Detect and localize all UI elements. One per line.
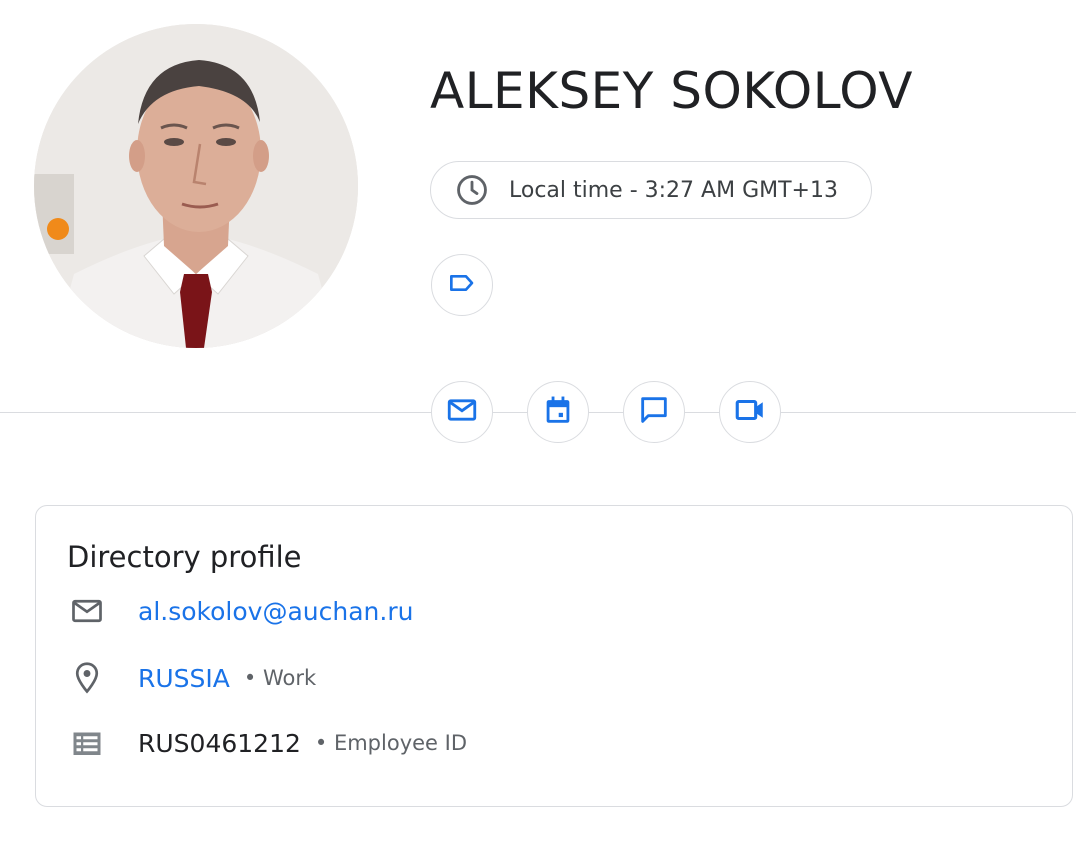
chat-icon [637,393,671,432]
calendar-icon [541,393,575,432]
profile-name: ALEKSEY SOKOLOV [430,62,913,120]
label-button[interactable] [431,254,493,316]
employee-id-label: • Employee ID [314,731,467,755]
email-link[interactable]: al.sokolov@auchan.ru [138,597,413,626]
location-type: • Work [243,666,317,690]
employee-id-row: RUS0461212 • Employee ID [66,722,467,764]
local-time-chip: Local time - 3:27 AM GMT+13 [430,161,872,219]
email-row: al.sokolov@auchan.ru [66,590,413,632]
avatar [34,24,358,348]
schedule-event-button[interactable] [527,381,589,443]
label-icon [446,267,478,304]
start-chat-button[interactable] [623,381,685,443]
location-pin-icon [66,657,108,699]
employee-id-value: RUS0461212 [138,728,301,758]
badge-list-icon [66,722,108,764]
location-link[interactable]: RUSSIA [138,664,230,693]
clock-icon [453,171,491,209]
mail-icon [445,393,479,432]
directory-profile-card: Directory profile al.sokolov@auchan.ru R… [35,505,1073,807]
video-camera-icon [733,393,767,432]
send-email-button[interactable] [431,381,493,443]
mail-icon [66,590,108,632]
location-row: RUSSIA • Work [66,657,316,699]
start-video-call-button[interactable] [719,381,781,443]
card-title: Directory profile [67,540,302,574]
local-time-text: Local time - 3:27 AM GMT+13 [509,177,838,203]
